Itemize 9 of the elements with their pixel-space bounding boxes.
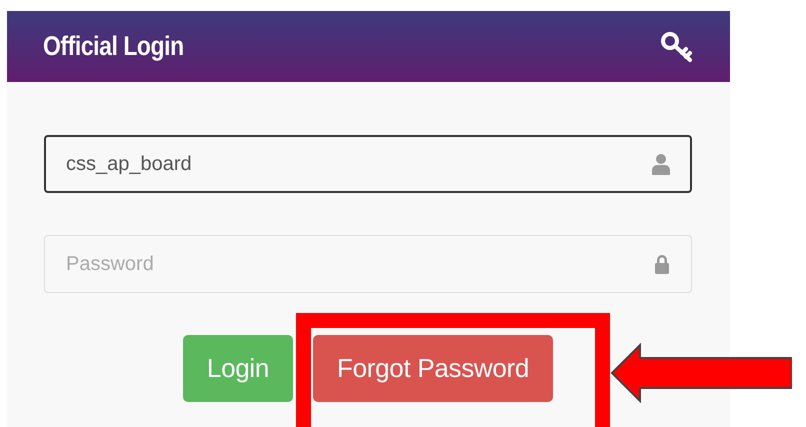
arrow-icon	[610, 343, 792, 403]
lock-icon	[654, 254, 670, 274]
login-button[interactable]: Login	[182, 335, 294, 402]
user-icon	[652, 153, 670, 175]
username-field[interactable]: css_ap_board	[44, 135, 692, 193]
key-icon	[660, 30, 694, 62]
panel-title: Official Login	[43, 31, 184, 62]
password-field[interactable]: Password	[44, 235, 692, 293]
forgot-password-button[interactable]: Forgot Password	[313, 335, 554, 402]
